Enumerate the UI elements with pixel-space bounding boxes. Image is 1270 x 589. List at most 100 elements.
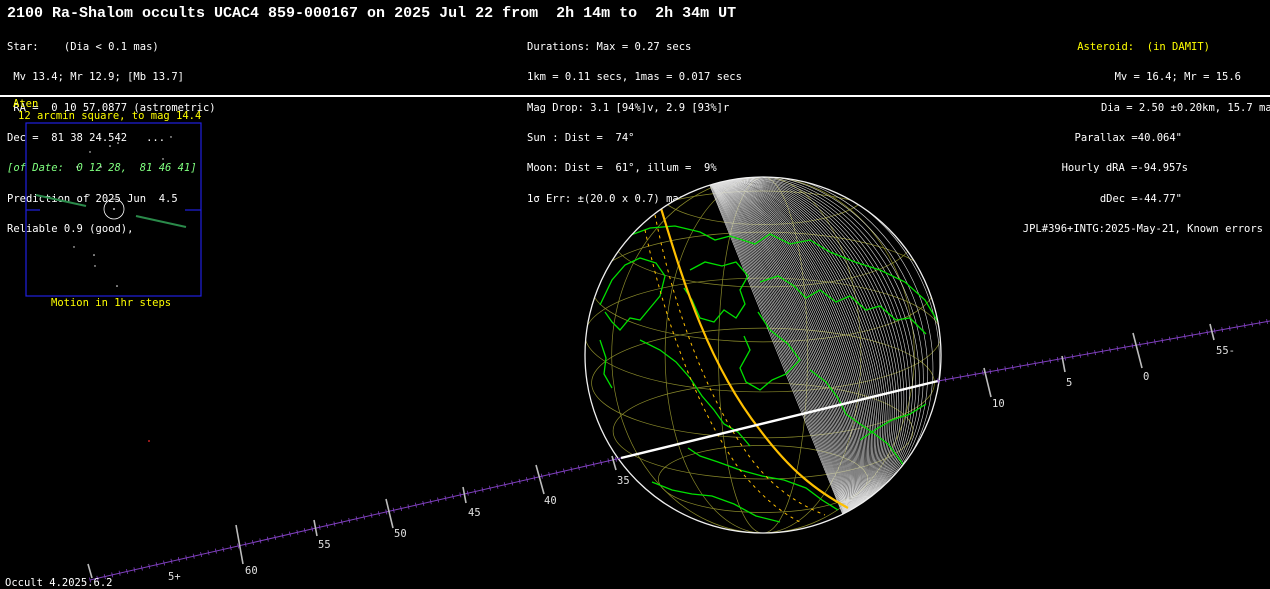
track-tick: [437, 497, 440, 503]
track-tick: [526, 477, 528, 483]
track-tick: [229, 545, 232, 551]
track-tick: [1161, 337, 1164, 343]
track-tick: [429, 499, 432, 505]
track-label: 0: [1143, 371, 1149, 383]
track-tick: [585, 463, 588, 469]
track-tick: [600, 460, 603, 466]
track-tick: [952, 375, 954, 381]
finder-field-label: 12 arcmin square, to mag 14.4: [18, 110, 201, 122]
track-tick: [289, 531, 291, 537]
track-tick: [400, 505, 403, 512]
track-label: 50: [394, 528, 407, 540]
earth-globe: [584, 176, 942, 534]
asteroid-motion-line: [35, 194, 87, 207]
track-tick: [967, 373, 969, 379]
track-tick: [1251, 321, 1253, 327]
track-tick: [496, 483, 499, 489]
track-tick: [474, 488, 477, 495]
track-tick: [126, 568, 128, 575]
track-tick: [1139, 341, 1141, 348]
track-tick: [340, 519, 343, 525]
track-tick: [133, 567, 136, 573]
track-tick: [503, 482, 506, 488]
track-tick: [177, 557, 180, 563]
track-tick: [548, 471, 551, 478]
track-tick: [1101, 348, 1104, 354]
track-tick: [407, 504, 410, 510]
track-tick: [200, 551, 203, 557]
track-tick: [466, 490, 469, 496]
track-tick: [1176, 335, 1179, 341]
track-tick: [489, 485, 491, 491]
track-tick: [1146, 340, 1149, 346]
track-tick: [1243, 323, 1246, 329]
track-tick: [1049, 358, 1052, 364]
track-tick: [1026, 362, 1029, 368]
track-tick: [318, 524, 321, 530]
track-label: 55-: [1216, 345, 1235, 357]
track-tick: [244, 541, 247, 547]
track-label: 5+: [168, 571, 181, 583]
track-tick: [296, 529, 299, 535]
track-tick: [1236, 324, 1238, 330]
track-tick: [281, 533, 284, 539]
track-tick: [1169, 336, 1171, 342]
asteroid-motion-line: [135, 215, 187, 228]
track-tick: [982, 370, 984, 376]
track-tick: [370, 512, 373, 518]
track-tick: [333, 521, 336, 527]
track-tick: [207, 550, 210, 556]
track-tick: [563, 468, 565, 474]
track-tick: [1071, 354, 1074, 360]
track-tick: [348, 517, 351, 523]
track-tick: [214, 548, 217, 554]
track-tick: [944, 377, 947, 383]
track-tick: [511, 480, 514, 486]
track-tick: [422, 500, 425, 506]
stray-marker: [148, 440, 150, 442]
track-tick: [1034, 360, 1037, 366]
track-tick: [451, 494, 454, 500]
track-tick: [533, 475, 536, 481]
track-label: 60: [245, 565, 258, 577]
track-tick: [1198, 331, 1201, 337]
track-label: 5: [1066, 377, 1072, 389]
track-tick: [518, 478, 521, 484]
track-tick: [259, 538, 262, 544]
target-star: [113, 208, 115, 210]
track-tick: [1266, 318, 1268, 325]
track-tick: [607, 458, 610, 464]
track-label: 40: [544, 495, 557, 507]
track-tick: [148, 563, 151, 569]
track-tick: [414, 502, 417, 508]
asteroid-class-label: Aten: [13, 98, 38, 110]
track-tick: [974, 371, 977, 377]
track-tick: [989, 369, 992, 375]
track-tick: [570, 466, 573, 472]
track-tick: [1228, 325, 1231, 331]
track-tick: [1086, 351, 1089, 357]
track-tick: [444, 495, 447, 501]
track-tick: [459, 492, 462, 498]
track-tick: [1004, 366, 1007, 372]
track-tick: [192, 553, 195, 559]
track-tick: [1221, 327, 1224, 333]
track-label: 45: [468, 507, 481, 519]
track-tick: [540, 473, 543, 479]
program-version: Occult 4.2025.6.2: [5, 577, 113, 589]
track-tick: [1183, 333, 1186, 339]
track-tick: [614, 456, 617, 462]
track-label: 10: [992, 398, 1005, 410]
track-tick: [355, 516, 358, 522]
track-tick: [481, 487, 484, 493]
track-tick: [170, 558, 173, 564]
track-tick: [555, 470, 558, 476]
track-tick: [1124, 344, 1126, 350]
track-tick: [1258, 320, 1261, 326]
finder-motion-label: Motion in 1hr steps: [51, 297, 171, 309]
track-tick: [311, 526, 314, 532]
track-tick: [996, 367, 999, 373]
track-tick: [1019, 363, 1022, 369]
track-tick: [1011, 364, 1014, 371]
track-tick: [363, 514, 366, 520]
